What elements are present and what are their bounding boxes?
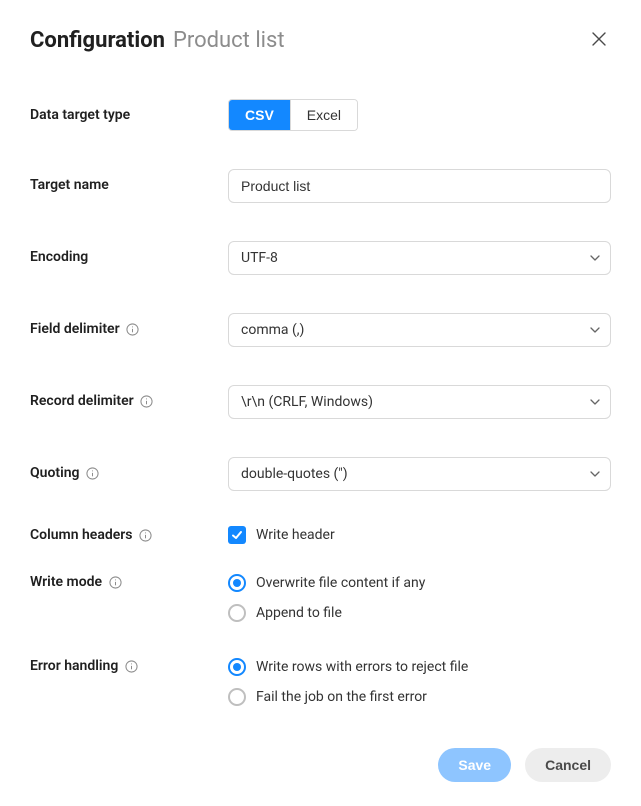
field-delimiter-value: comma (,) — [241, 322, 304, 338]
label-quoting: Quoting — [30, 457, 228, 481]
field-quoting: Quoting double-quotes (") — [30, 457, 611, 491]
target-name-input[interactable] — [228, 169, 611, 203]
data-target-type-toggle: CSV Excel — [228, 99, 358, 131]
field-error-handling: Error handling Write rows with errors to… — [30, 656, 611, 706]
info-icon[interactable] — [140, 394, 154, 408]
label-field-delimiter: Field delimiter — [30, 313, 228, 337]
label-write-mode: Write mode — [30, 572, 228, 590]
radio-on-icon — [228, 574, 246, 592]
chevron-down-icon — [590, 253, 600, 263]
chevron-down-icon — [590, 397, 600, 407]
write-mode-overwrite-option[interactable]: Overwrite file content if any — [228, 574, 611, 592]
record-delimiter-select[interactable]: \r\n (CRLF, Windows) — [228, 385, 611, 419]
write-mode-append-option[interactable]: Append to file — [228, 604, 611, 622]
field-column-headers: Column headers Write header — [30, 525, 611, 544]
dialog-title: Configuration — [30, 28, 165, 53]
label-error-handling: Error handling — [30, 656, 228, 674]
label-data-target-type: Data target type — [30, 99, 228, 123]
label-record-delimiter: Record delimiter — [30, 385, 228, 409]
chevron-down-icon — [590, 325, 600, 335]
encoding-select[interactable]: UTF-8 — [228, 241, 611, 275]
check-icon — [231, 526, 243, 545]
label-target-name: Target name — [30, 169, 228, 193]
close-icon — [591, 31, 607, 50]
cancel-button[interactable]: Cancel — [525, 748, 611, 782]
error-handling-fail-option[interactable]: Fail the job on the first error — [228, 688, 611, 706]
dialog-subtitle: Product list — [173, 28, 285, 53]
info-icon[interactable] — [124, 659, 138, 673]
write-header-checkbox[interactable] — [228, 526, 246, 544]
save-button[interactable]: Save — [438, 748, 511, 782]
dialog-footer: Save Cancel — [30, 748, 611, 782]
encoding-value: UTF-8 — [241, 250, 278, 266]
field-data-target-type: Data target type CSV Excel — [30, 99, 611, 131]
info-icon[interactable] — [126, 322, 140, 336]
field-delimiter-select[interactable]: comma (,) — [228, 313, 611, 347]
field-write-mode: Write mode Overwrite file content if any… — [30, 572, 611, 622]
label-encoding: Encoding — [30, 241, 228, 265]
write-header-label: Write header — [256, 527, 335, 543]
field-encoding: Encoding UTF-8 — [30, 241, 611, 275]
toggle-excel[interactable]: Excel — [290, 100, 357, 130]
radio-on-icon — [228, 658, 246, 676]
quoting-value: double-quotes (") — [241, 466, 348, 482]
toggle-csv[interactable]: CSV — [229, 100, 290, 130]
field-record-delimiter: Record delimiter \r\n (CRLF, Windows) — [30, 385, 611, 419]
record-delimiter-value: \r\n (CRLF, Windows) — [241, 394, 373, 410]
chevron-down-icon — [590, 469, 600, 479]
info-icon[interactable] — [86, 466, 100, 480]
quoting-select[interactable]: double-quotes (") — [228, 457, 611, 491]
radio-off-icon — [228, 604, 246, 622]
control-data-target-type: CSV Excel — [228, 99, 611, 131]
field-field-delimiter: Field delimiter comma (,) — [30, 313, 611, 347]
radio-off-icon — [228, 688, 246, 706]
info-icon[interactable] — [139, 528, 153, 542]
configuration-dialog: Configuration Product list Data target t… — [0, 0, 641, 806]
error-handling-reject-option[interactable]: Write rows with errors to reject file — [228, 658, 611, 676]
info-icon[interactable] — [108, 575, 122, 589]
field-target-name: Target name — [30, 169, 611, 203]
label-column-headers: Column headers — [30, 525, 228, 543]
dialog-header: Configuration Product list — [30, 28, 611, 53]
title-group: Configuration Product list — [30, 28, 285, 53]
close-button[interactable] — [587, 29, 611, 53]
